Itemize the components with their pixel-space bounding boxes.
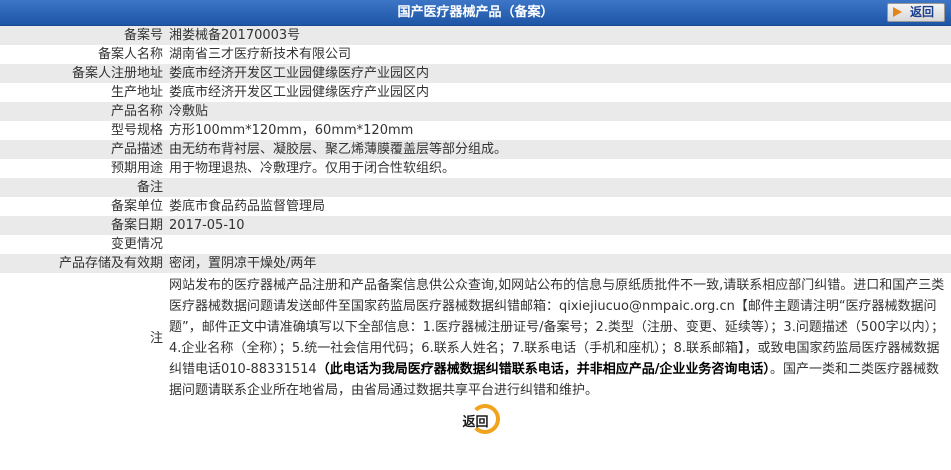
field-value: 湖南省三才医疗新技术有限公司 bbox=[166, 45, 951, 64]
note-text: 网站发布的医疗器械产品注册和产品备案信息供公众查询,如网站公布的信息与原纸质批件… bbox=[166, 273, 951, 403]
field-label: 变更情况 bbox=[0, 235, 166, 254]
field-value: 娄底市食品药品监督管理局 bbox=[166, 197, 951, 216]
table-row: 生产地址 娄底市经济开发区工业园健缘医疗产业园区内 bbox=[0, 83, 951, 102]
field-value bbox=[166, 178, 951, 197]
field-label: 备案单位 bbox=[0, 197, 166, 216]
field-value: 方形100mm*120mm，60mm*120mm bbox=[166, 121, 951, 140]
field-value: 2017-05-10 bbox=[166, 216, 951, 235]
page-title: 国产医疗器械产品（备案） bbox=[397, 5, 554, 20]
table-row: 产品存储及有效期 密闭，置阴凉干燥处/两年 bbox=[0, 254, 951, 273]
table-row: 变更情况 bbox=[0, 235, 951, 254]
field-value bbox=[166, 235, 951, 254]
field-label: 产品名称 bbox=[0, 102, 166, 121]
table-row: 产品描述 由无纺布背衬层、凝胶层、聚乙烯薄膜覆盖层等部分组成。 bbox=[0, 140, 951, 159]
field-value: 冷敷贴 bbox=[166, 102, 951, 121]
field-value: 由无纺布背衬层、凝胶层、聚乙烯薄膜覆盖层等部分组成。 bbox=[166, 140, 951, 159]
field-label: 备案人注册地址 bbox=[0, 64, 166, 83]
field-value: 湘娄械备20170003号 bbox=[166, 26, 951, 45]
note-text-bold: （此电话为我局医疗器械数据纠错联系电话，并非相应产品/企业业务咨询电话） bbox=[316, 362, 770, 377]
field-label: 备案人名称 bbox=[0, 45, 166, 64]
table-row: 备案人注册地址 娄底市经济开发区工业园健缘医疗产业园区内 bbox=[0, 64, 951, 83]
table-row: 产品名称 冷敷贴 bbox=[0, 102, 951, 121]
table-row: 型号规格 方形100mm*120mm，60mm*120mm bbox=[0, 121, 951, 140]
back-button-bottom[interactable]: 返回 bbox=[462, 403, 501, 434]
field-label: 预期用途 bbox=[0, 159, 166, 178]
field-value: 用于物理退热、冷敷理疗。仅用于闭合性软组织。 bbox=[166, 159, 951, 178]
field-label: 产品描述 bbox=[0, 140, 166, 159]
table-row: 备案人名称 湖南省三才医疗新技术有限公司 bbox=[0, 45, 951, 64]
table-row: 备案单位 娄底市食品药品监督管理局 bbox=[0, 197, 951, 216]
footer: 返回 bbox=[0, 403, 951, 437]
field-value: 娄底市经济开发区工业园健缘医疗产业园区内 bbox=[166, 64, 951, 83]
back-button-top-label: 返回 bbox=[909, 5, 934, 19]
table-row: 备案号 湘娄械备20170003号 bbox=[0, 26, 951, 45]
arrow-right-icon bbox=[892, 7, 902, 17]
record-table: 备案号 湘娄械备20170003号 备案人名称 湖南省三才医疗新技术有限公司 备… bbox=[0, 26, 951, 403]
back-button-top[interactable]: 返回 bbox=[886, 3, 945, 22]
page-header: 国产医疗器械产品（备案） 返回 bbox=[0, 0, 951, 26]
note-label: 注 bbox=[0, 273, 166, 403]
field-label: 生产地址 bbox=[0, 83, 166, 102]
field-value: 密闭，置阴凉干燥处/两年 bbox=[166, 254, 951, 273]
table-row: 预期用途 用于物理退热、冷敷理疗。仅用于闭合性软组织。 bbox=[0, 159, 951, 178]
table-row: 备案日期 2017-05-10 bbox=[0, 216, 951, 235]
back-button-bottom-label: 返回 bbox=[462, 414, 489, 430]
field-label: 备案日期 bbox=[0, 216, 166, 235]
field-label: 备案号 bbox=[0, 26, 166, 45]
field-label: 产品存储及有效期 bbox=[0, 254, 166, 273]
table-row: 备注 bbox=[0, 178, 951, 197]
field-label: 备注 bbox=[0, 178, 166, 197]
note-row: 注 网站发布的医疗器械产品注册和产品备案信息供公众查询,如网站公布的信息与原纸质… bbox=[0, 273, 951, 403]
field-label: 型号规格 bbox=[0, 121, 166, 140]
field-value: 娄底市经济开发区工业园健缘医疗产业园区内 bbox=[166, 83, 951, 102]
